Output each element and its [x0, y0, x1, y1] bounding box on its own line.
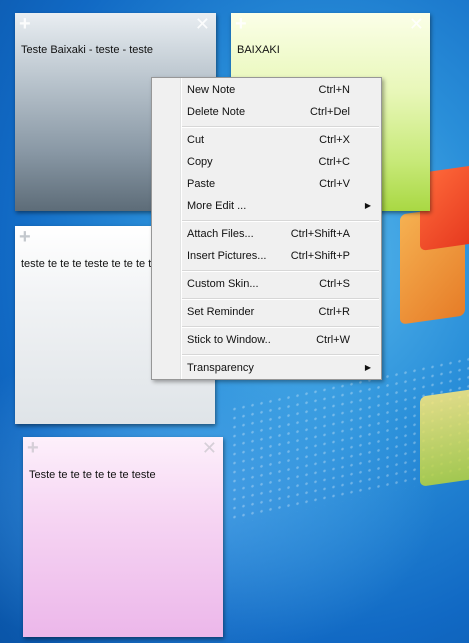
menu-item-shortcut: Ctrl+Shift+A — [290, 228, 350, 240]
menu-separator — [182, 270, 379, 272]
menu-item-shortcut: Ctrl+N — [318, 84, 350, 96]
menu-separator — [182, 220, 379, 222]
menu-item-shortcut: Ctrl+W — [316, 334, 350, 346]
menu-item-label: Delete Note — [187, 106, 246, 118]
note-text[interactable]: BAIXAKI — [237, 44, 424, 56]
note-text[interactable]: Teste Baixaki - teste - teste — [21, 44, 210, 56]
menu-item-custom-skin[interactable]: Custom Skin... Ctrl+S — [187, 275, 373, 293]
menu-item-shortcut: Ctrl+V — [319, 178, 350, 190]
submenu-arrow-icon: ▶ — [364, 201, 371, 210]
menu-item-label: Paste — [187, 178, 216, 190]
note-text[interactable]: Teste te te te te te te teste — [29, 469, 217, 481]
menu-item-more-edit[interactable]: More Edit ... ▶ — [187, 197, 373, 215]
menu-item-label: Transparency — [187, 362, 254, 374]
menu-item-label: Attach Files... — [187, 228, 254, 240]
menu-item-shortcut: Ctrl+Shift+P — [290, 250, 350, 262]
menu-item-label: More Edit ... — [187, 200, 247, 212]
menu-item-delete-note[interactable]: Delete Note Ctrl+Del — [187, 103, 373, 121]
add-note-icon[interactable]: + — [19, 227, 31, 247]
menu-item-transparency[interactable]: Transparency ▶ — [187, 359, 373, 377]
close-note-icon[interactable]: ✕ — [195, 14, 210, 34]
menu-item-attach-files[interactable]: Attach Files... Ctrl+Shift+A — [187, 225, 373, 243]
menu-item-label: Custom Skin... — [187, 278, 259, 290]
close-note-icon[interactable]: ✕ — [409, 14, 424, 34]
menu-separator — [182, 298, 379, 300]
menu-item-copy[interactable]: Copy Ctrl+C — [187, 153, 373, 171]
menu-item-shortcut: Ctrl+C — [318, 156, 350, 168]
note-context-menu: New Note Ctrl+N Delete Note Ctrl+Del Cut… — [151, 77, 382, 380]
menu-item-shortcut: Ctrl+R — [318, 306, 350, 318]
menu-item-label: New Note — [187, 84, 236, 96]
close-note-icon[interactable]: ✕ — [202, 438, 217, 458]
menu-item-label: Cut — [187, 134, 205, 146]
menu-item-label: Insert Pictures... — [187, 250, 267, 262]
menu-item-label: Stick to Window.. — [187, 334, 271, 346]
add-note-icon[interactable]: + — [19, 14, 31, 34]
menu-item-label: Copy — [187, 156, 213, 168]
menu-separator — [182, 126, 379, 128]
menu-item-set-reminder[interactable]: Set Reminder Ctrl+R — [187, 303, 373, 321]
menu-item-insert-pictures[interactable]: Insert Pictures... Ctrl+Shift+P — [187, 247, 373, 265]
submenu-arrow-icon: ▶ — [364, 363, 371, 372]
menu-item-shortcut: Ctrl+Del — [309, 106, 350, 118]
add-note-icon[interactable]: + — [27, 438, 39, 458]
menu-item-paste[interactable]: Paste Ctrl+V — [187, 175, 373, 193]
menu-separator — [182, 354, 379, 356]
menu-item-shortcut: Ctrl+S — [319, 278, 350, 290]
menu-item-label: Set Reminder — [187, 306, 255, 318]
menu-item-new-note[interactable]: New Note Ctrl+N — [187, 81, 373, 99]
menu-icon-gutter — [152, 78, 182, 379]
sticky-note-pink[interactable]: + ✕ Teste te te te te te te teste — [23, 437, 223, 637]
menu-item-shortcut: Ctrl+X — [319, 134, 350, 146]
add-note-icon[interactable]: + — [235, 14, 247, 34]
menu-item-cut[interactable]: Cut Ctrl+X — [187, 131, 373, 149]
menu-separator — [182, 326, 379, 328]
menu-item-stick-to-window[interactable]: Stick to Window.. Ctrl+W — [187, 331, 373, 349]
